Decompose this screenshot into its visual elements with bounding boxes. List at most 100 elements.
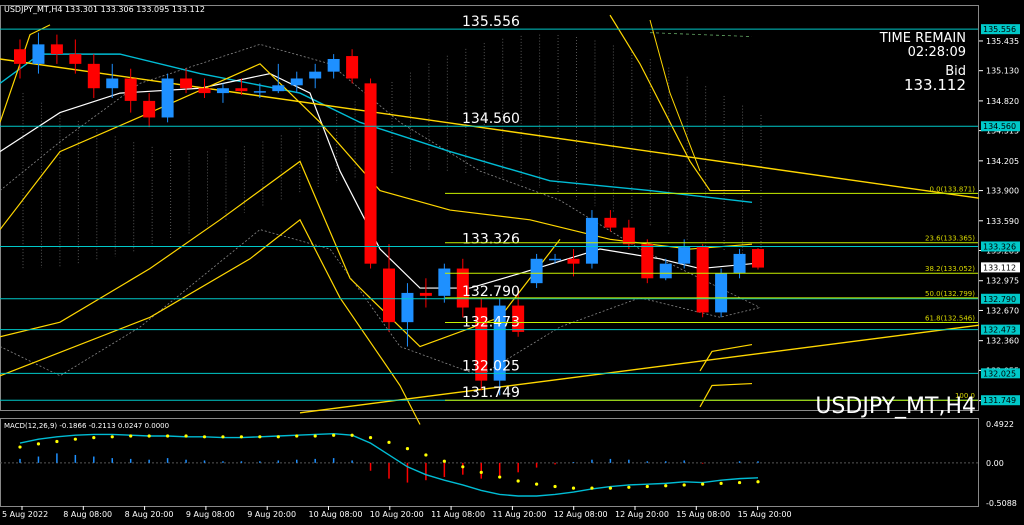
candle-bullish[interactable] — [327, 58, 340, 72]
candle-bearish[interactable] — [180, 78, 193, 89]
price-tick-label: 133.590 — [986, 217, 1019, 226]
macd-signal-dot — [737, 480, 742, 485]
macd-signal-dot — [424, 453, 428, 457]
chart-header: USDJPY_MT,H4 133.301 133.306 133.095 133… — [4, 5, 205, 14]
price-tag-label: 132.025 — [983, 369, 1016, 378]
candle-bullish[interactable] — [161, 78, 174, 118]
candle-bearish[interactable] — [143, 100, 156, 118]
candle-bullish[interactable] — [659, 263, 672, 279]
macd-signal-dot — [719, 481, 723, 485]
candle-bullish[interactable] — [309, 71, 322, 79]
time-tick-label: 15 Aug 08:00 — [676, 510, 730, 519]
bid-value: 133.112 — [904, 76, 966, 94]
time-tick-label: 11 Aug 08:00 — [431, 510, 485, 519]
price-tag-label: 135.556 — [983, 25, 1016, 34]
macd-signal-dot — [110, 435, 114, 439]
candle-bullish[interactable] — [438, 268, 451, 296]
candle-bearish[interactable] — [364, 83, 377, 264]
level-label: 133.326 — [462, 232, 520, 248]
macd-signal-dot — [701, 482, 705, 486]
macd-signal-dot — [184, 434, 188, 438]
macd-signal-dot — [645, 484, 649, 489]
candle-bearish[interactable] — [235, 88, 248, 92]
price-tick-label: 134.820 — [986, 97, 1019, 106]
candle-bearish[interactable] — [696, 247, 709, 313]
candle-bullish[interactable] — [253, 91, 266, 93]
time-tick-label: 8 Aug 20:00 — [125, 510, 174, 519]
candle-bullish[interactable] — [733, 253, 746, 274]
level-label: 131.749 — [462, 385, 520, 401]
macd-signal-dot — [202, 435, 207, 439]
candle-bearish[interactable] — [198, 88, 211, 94]
fib-level-label: 61.8(132.546) — [925, 315, 975, 323]
time-remain-value: 02:28:09 — [908, 45, 966, 60]
trading-chart-window[interactable]: 135.556 134.560 133.326 132.790 132.473 132.0… — [0, 0, 1024, 520]
candle-bullish[interactable] — [715, 273, 728, 313]
candle-bearish[interactable] — [346, 56, 359, 79]
macd-signal-dot — [608, 486, 613, 490]
macd-signal-dot — [590, 486, 594, 490]
candle-bearish[interactable] — [604, 217, 617, 228]
macd-signal-dot — [387, 440, 391, 444]
candle-bearish[interactable] — [124, 78, 137, 101]
candle-bullish[interactable] — [106, 78, 119, 89]
fib-level-label: 38.2(133.052) — [925, 265, 975, 273]
macd-signal-dot — [516, 479, 520, 483]
candle-bearish[interactable] — [419, 292, 432, 296]
time-tick-label: 11 Aug 20:00 — [492, 510, 546, 519]
candle-bearish[interactable] — [69, 54, 82, 64]
symbol-watermark: USDJPY_MT,H4 — [815, 394, 976, 419]
macd-signal-dot — [147, 434, 151, 438]
price-tag-label: 133.326 — [983, 243, 1016, 252]
candle-bullish[interactable] — [272, 85, 285, 92]
candle-bearish[interactable] — [567, 258, 580, 264]
candle-bullish[interactable] — [678, 247, 691, 264]
price-tick-label: 132.975 — [986, 277, 1019, 286]
price-tick-label: 135.435 — [986, 37, 1019, 46]
macd-signal-dot — [498, 475, 502, 479]
time-tick-label: 12 Aug 20:00 — [615, 510, 669, 519]
macd-signal-dot — [442, 459, 446, 463]
macd-signal-dot — [571, 486, 576, 490]
level-label: 132.025 — [462, 358, 520, 374]
macd-signal-dot — [221, 435, 225, 439]
fib-level-label: 0.0(133.871) — [929, 185, 975, 193]
time-tick-label: 10 Aug 08:00 — [309, 510, 363, 519]
candle-bullish[interactable] — [530, 258, 543, 284]
level-label: 132.790 — [462, 284, 520, 300]
macd-signal-dot — [92, 435, 96, 440]
price-tick-label: 133.900 — [986, 187, 1019, 196]
time-tick-label: 8 Aug 08:00 — [63, 510, 112, 519]
fib-level-label: 23.6(133.365) — [925, 235, 975, 243]
macd-signal-dot — [276, 435, 280, 439]
macd-signal-dot — [295, 434, 299, 438]
candle-bearish[interactable] — [752, 249, 764, 268]
price-tag-label: 133.112 — [983, 263, 1016, 272]
macd-signal-dot — [18, 445, 22, 449]
macd-signal-dot — [553, 484, 557, 489]
candle-bearish[interactable] — [622, 227, 635, 245]
candle-bullish[interactable] — [585, 217, 598, 264]
macd-signal-dot — [535, 482, 539, 486]
candle-bearish[interactable] — [14, 49, 26, 64]
candle-bearish[interactable] — [50, 44, 63, 55]
candle-bullish[interactable] — [290, 78, 303, 86]
fib-level-label: 50.0(132.799) — [925, 290, 975, 298]
macd-signal-dot — [332, 433, 336, 437]
price-tick-label: 134.205 — [986, 157, 1019, 166]
price-tag-label: 132.473 — [983, 326, 1016, 335]
chart-canvas[interactable]: 135.556 134.560 133.326 132.790 132.473 132.0… — [0, 0, 1024, 520]
candle-bullish[interactable] — [549, 258, 562, 261]
candle-bullish[interactable] — [216, 88, 229, 94]
time-tick-label: 5 Aug 2022 — [2, 510, 48, 519]
level-label: 135.556 — [462, 14, 520, 30]
macd-axis-label: 0.00 — [986, 459, 1004, 468]
price-tag-label: 131.749 — [983, 396, 1016, 405]
time-tick-label: 9 Aug 20:00 — [247, 510, 296, 519]
candle-bearish[interactable] — [87, 63, 100, 89]
macd-signal-dot — [461, 465, 465, 469]
candle-bullish[interactable] — [401, 292, 414, 323]
candle-bearish[interactable] — [383, 268, 395, 323]
candle-bullish[interactable] — [32, 44, 45, 64]
macd-signal-dot — [239, 435, 243, 439]
